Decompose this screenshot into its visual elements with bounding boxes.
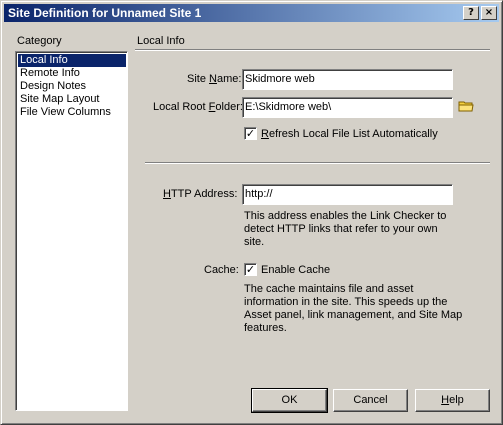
enable-cache-label[interactable]: Enable Cache [261, 264, 330, 276]
folder-browse-icon[interactable] [458, 99, 474, 113]
category-item-file-view-columns[interactable]: File View Columns [18, 106, 113, 119]
section-title: Local Info [137, 35, 185, 47]
help-button[interactable]: Help [415, 389, 490, 412]
category-item-remote-info[interactable]: Remote Info [18, 67, 82, 80]
local-root-folder-label: Local Root Folder: [153, 101, 243, 113]
cache-label: Cache: [204, 264, 239, 276]
category-item-site-map-layout[interactable]: Site Map Layout [18, 93, 102, 106]
http-address-input[interactable]: http:// [242, 184, 453, 205]
refresh-checkbox[interactable]: ✓ [244, 127, 257, 140]
help-icon[interactable]: ? [463, 6, 479, 20]
ok-button[interactable]: OK [251, 388, 328, 413]
category-heading: Category [17, 35, 62, 47]
cancel-button[interactable]: Cancel [333, 389, 408, 412]
form-divider [145, 162, 490, 164]
site-name-label: Site Name: [187, 73, 242, 85]
site-name-input[interactable]: Skidmore web [242, 69, 453, 90]
local-root-folder-input[interactable]: E:\Skidmore web\ [242, 97, 453, 118]
window-title: Site Definition for Unnamed Site 1 [8, 6, 202, 20]
enable-cache-checkbox[interactable]: ✓ [244, 263, 257, 276]
category-item-local-info[interactable]: Local Info [18, 54, 126, 67]
cache-description: The cache maintains file and asset infor… [244, 283, 463, 334]
refresh-label[interactable]: Refresh Local File List Automatically [261, 128, 438, 140]
http-address-description: This address enables the Link Checker to… [244, 210, 447, 248]
title-bar[interactable]: Site Definition for Unnamed Site 1 ? × [4, 4, 499, 22]
close-icon[interactable]: × [481, 6, 497, 20]
category-list[interactable]: Local Info Remote Info Design Notes Site… [15, 51, 128, 411]
section-divider [135, 49, 490, 51]
http-address-label: HTTP Address: [163, 188, 238, 200]
site-definition-dialog: Site Definition for Unnamed Site 1 ? × C… [0, 0, 503, 425]
category-item-design-notes[interactable]: Design Notes [18, 80, 88, 93]
